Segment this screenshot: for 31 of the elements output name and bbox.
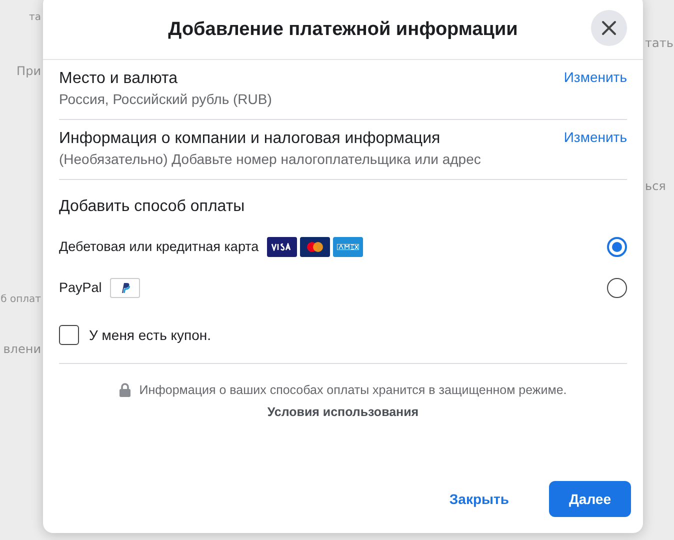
background-text: ься bbox=[645, 179, 666, 193]
background-text: та bbox=[29, 12, 41, 23]
amex-card-icon bbox=[332, 236, 363, 256]
background-text: б оплат bbox=[0, 294, 41, 305]
paypal-icon bbox=[110, 278, 140, 298]
background-text: тать bbox=[645, 36, 674, 50]
section-subtitle: (Необязательно) Добавьте номер налогоплательщика или адрес bbox=[59, 151, 481, 167]
section-subtitle: Россия, Российский рубль (RUB) bbox=[59, 91, 272, 107]
section-heading: Добавить способ оплаты bbox=[59, 198, 246, 216]
terms-link[interactable]: Условия использования bbox=[267, 405, 419, 419]
edit-link[interactable]: Изменить bbox=[564, 69, 627, 85]
background-text: При bbox=[16, 64, 41, 78]
checkbox-label: У меня есть купон. bbox=[89, 327, 212, 343]
checkbox[interactable] bbox=[59, 325, 79, 345]
payment-method-label: PayPal bbox=[59, 280, 102, 295]
lock-icon bbox=[119, 383, 132, 397]
security-note: Информация о ваших способах оплаты хранится в защищенном режиме. bbox=[139, 383, 567, 397]
close-icon bbox=[601, 20, 617, 36]
visa-card-icon bbox=[266, 236, 297, 256]
background-text: влени bbox=[3, 342, 41, 356]
close-text-button[interactable]: Закрыть bbox=[429, 481, 529, 517]
radio-button[interactable] bbox=[607, 236, 627, 256]
next-button[interactable]: Далее bbox=[548, 481, 631, 517]
dialog-title: Добавление платежной информации bbox=[168, 18, 518, 40]
payment-method-label: Дебетовая или кредитная карта bbox=[59, 239, 259, 254]
close-button[interactable] bbox=[591, 10, 627, 46]
radio-button[interactable] bbox=[607, 278, 627, 298]
section-title: Информация о компании и налоговая информация bbox=[59, 130, 442, 148]
mastercard-icon bbox=[300, 236, 330, 256]
section-title: Место и валюта bbox=[59, 70, 179, 88]
edit-link[interactable]: Изменить bbox=[564, 129, 627, 145]
